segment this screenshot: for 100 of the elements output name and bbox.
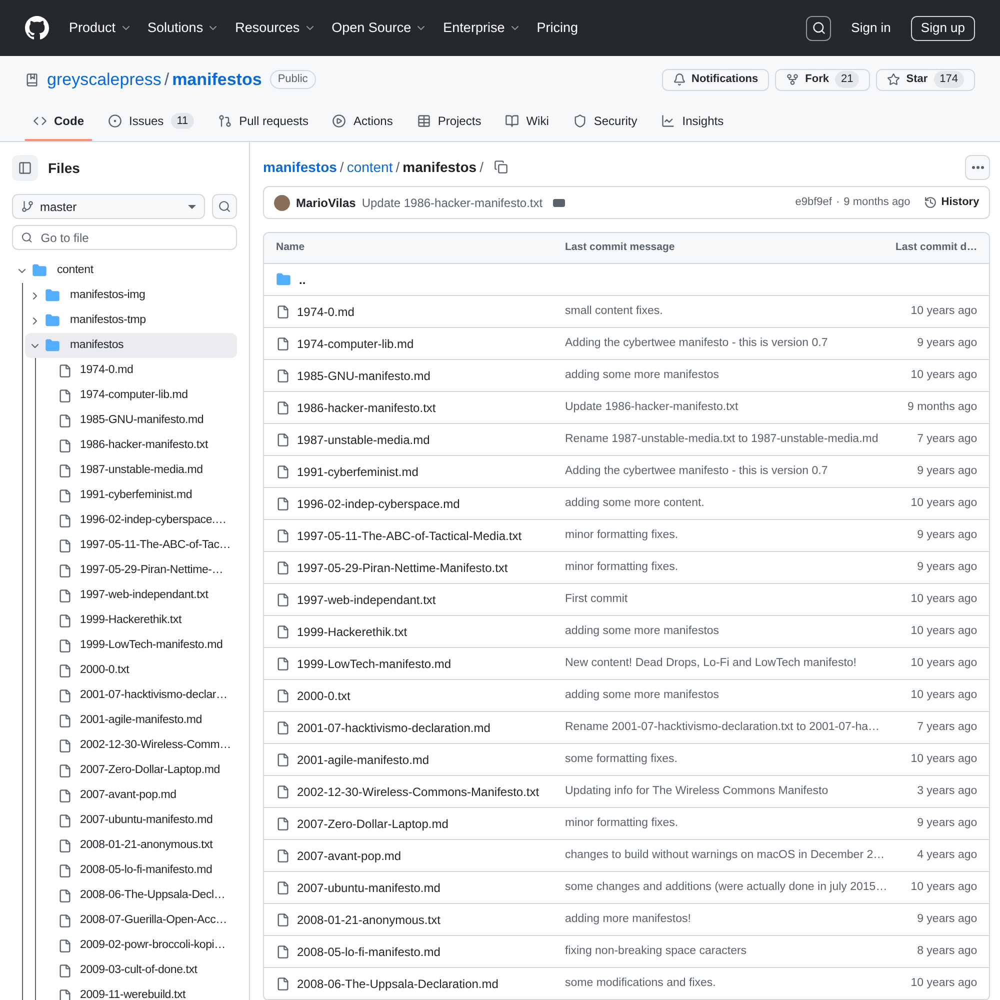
file-item[interactable]: 1999-LowTech-manifesto.md [38,633,237,658]
file-name-link[interactable]: 2001-agile-manifesto.md [297,750,430,768]
octocat-logo-icon[interactable] [25,16,49,40]
nav-menu-button[interactable]: Product [69,18,132,38]
file-item[interactable]: 1996-02-indep-cyberspace.… [38,508,237,533]
commit-message-link[interactable]: Update 1986-hacker-manifesto.txt [565,398,888,416]
commit-message-link[interactable]: Adding the cybertwee manifesto - this is version 0.7 [565,334,888,352]
repo-tab[interactable]: Wiki [497,103,557,141]
file-item[interactable]: 1987-unstable-media.md [38,458,237,483]
repo-action-button[interactable]: Notifications [662,68,770,91]
folder-item[interactable]: content [12,258,237,283]
breadcrumb-link[interactable]: manifestos [263,156,337,178]
folder-item[interactable]: manifestos-tmp [25,308,237,333]
commit-message-link[interactable]: Rename 2001-07-hacktivismo-declaration.txt to 2001-07-ha… [565,718,888,736]
file-name-link[interactable]: 1999-Hackerethik.txt [297,622,408,640]
nav-menu-button[interactable]: Enterprise [443,18,521,38]
file-name-link[interactable]: 2008-05-lo-fi-manifesto.md [297,942,440,960]
sign-up-button[interactable]: Sign up [910,16,975,40]
commit-message-link[interactable]: adding some more content. [565,494,888,512]
file-item[interactable]: 2008-01-21-anonymous.txt [38,833,237,858]
nav-menu-button[interactable]: Resources [235,18,316,38]
file-item[interactable]: 1985-GNU-manifesto.md [38,408,237,433]
go-to-file-field[interactable]: Go to file [40,228,228,246]
go-to-file-box[interactable]: Go to file [12,225,237,250]
file-name-link[interactable]: 2007-ubuntu-manifesto.md [297,878,440,896]
file-item[interactable]: 1991-cyberfeminist.md [38,483,237,508]
file-name-link[interactable]: 2007-Zero-Dollar-Laptop.md [297,814,448,832]
file-name-link[interactable]: 1987-unstable-media.md [297,430,430,448]
file-name-link[interactable]: 1974-0.md [297,302,354,320]
file-name-link[interactable]: 2001-07-hacktivismo-declaration.md [297,718,490,736]
repo-tab[interactable]: Code [25,103,92,141]
file-name-link[interactable]: 1985-GNU-manifesto.md [297,366,430,384]
file-name-link[interactable]: 2008-01-21-anonymous.txt [297,910,440,928]
commit-message-link[interactable]: some modifications and fixes. [565,974,888,992]
file-item[interactable]: 2008-06-The-Uppsala-Decl… [38,883,237,908]
file-item[interactable]: 2000-0.txt [38,658,237,683]
repo-tab[interactable]: Pull requests [210,103,316,141]
file-item[interactable]: 2009-11-werebuild.txt [38,983,237,1000]
commit-message-link[interactable]: Adding the cybertwee manifesto - this is version 0.7 [565,462,888,480]
commit-message-link[interactable]: First commit [565,590,888,608]
file-item[interactable]: 1997-05-29-Piran-Nettime-… [38,558,237,583]
repo-action-button[interactable]: Star 174 [876,68,975,91]
file-name-link[interactable]: 1997-05-29-Piran-Nettime-Manifesto.txt [297,558,508,576]
file-name-link[interactable]: 2002-12-30-Wireless-Commons-Manifesto.txt [297,782,540,800]
file-name-link[interactable]: 1974-computer-lib.md [297,334,414,352]
parent-folder-link[interactable]: .. [299,270,306,288]
file-item[interactable]: 2008-07-Guerilla-Open-Acc… [38,908,237,933]
parent-folder-row[interactable]: .. [264,264,990,296]
file-item[interactable]: 2007-ubuntu-manifesto.md [38,808,237,833]
file-item[interactable]: 1974-0.md [38,358,237,383]
file-item[interactable]: 2007-avant-pop.md [38,783,237,808]
repo-tab[interactable]: Projects [408,103,490,141]
file-item[interactable]: 2001-agile-manifesto.md [38,708,237,733]
commit-message[interactable]: Update 1986-hacker-manifesto.txt [362,194,543,212]
repo-tab[interactable]: Actions [324,103,401,141]
commit-message-link[interactable]: adding some more manifestos [565,622,888,640]
file-name-link[interactable]: 1996-02-indep-cyberspace.md [297,494,460,512]
file-item[interactable]: 1997-05-11-The-ABC-of-Tac… [38,533,237,558]
file-name-link[interactable]: 2007-avant-pop.md [297,846,402,864]
commit-message-link[interactable]: small content fixes. [565,302,888,320]
breadcrumb-link[interactable]: content [346,156,393,178]
commit-author[interactable]: MarioVilas [296,194,356,212]
repo-action-button[interactable]: Fork 21 [775,68,870,91]
commit-message-link[interactable]: some changes and additions (were actually done in july 2015… [565,878,888,896]
collapse-sidebar-button[interactable] [12,155,38,181]
file-name-link[interactable]: 2000-0.txt [297,686,350,704]
file-name-link[interactable]: 1986-hacker-manifesto.txt [297,398,436,416]
file-name-link[interactable]: 2008-06-The-Uppsala-Declaration.md [297,974,498,992]
commit-message-link[interactable]: adding some more manifestos [565,366,888,384]
file-item[interactable]: 1974-computer-lib.md [38,383,237,408]
folder-item[interactable]: manifestos [25,333,237,358]
commit-message-link[interactable]: adding more manifestos! [565,910,888,928]
more-options-button[interactable] [965,154,990,180]
commit-message-link[interactable]: minor formatting fixes. [565,558,888,576]
repo-name-link[interactable]: manifestos [172,66,262,92]
repo-tab[interactable]: Insights [653,103,732,141]
file-name-link[interactable]: 1997-web-independant.txt [297,590,436,608]
file-name-link[interactable]: 1999-LowTech-manifesto.md [297,654,452,672]
commit-message-link[interactable]: changes to build without warnings on macOS in December 2… [565,846,888,864]
file-item[interactable]: 1997-web-independant.txt [38,583,237,608]
file-item[interactable]: 2009-02-powr-broccoli-kopi… [38,933,237,958]
file-item[interactable]: 2008-05-lo-fi-manifesto.md [38,858,237,883]
file-item[interactable]: 2007-Zero-Dollar-Laptop.md [38,758,237,783]
commit-message-link[interactable]: Rename 1987-unstable-media.txt to 1987-unstable-media.md [565,430,888,448]
file-item[interactable]: 1986-hacker-manifesto.txt [38,433,237,458]
search-button[interactable] [806,16,832,40]
file-item[interactable]: 2002-12-30-Wireless-Comm… [38,733,237,758]
file-item[interactable]: 2001-07-hacktivismo-declar… [38,683,237,708]
commit-sha[interactable]: e9bf9ef [795,194,832,211]
copy-icon[interactable] [494,160,508,174]
owner-link[interactable]: greyscalepress [47,66,162,92]
commit-message-link[interactable]: fixing non-breaking space caracters [565,942,888,960]
sign-in-link[interactable]: Sign in [843,18,899,38]
commit-message-link[interactable]: Updating info for The Wireless Commons Manifesto [565,782,888,800]
repo-tab[interactable]: Issues 11 [100,103,202,141]
history-button[interactable]: History [924,194,980,211]
file-name-link[interactable]: 1997-05-11-The-ABC-of-Tactical-Media.txt [297,526,522,544]
branch-select[interactable]: master [12,194,205,219]
nav-menu-button[interactable]: Solutions [148,18,220,38]
expand-message-icon[interactable] [552,198,565,206]
